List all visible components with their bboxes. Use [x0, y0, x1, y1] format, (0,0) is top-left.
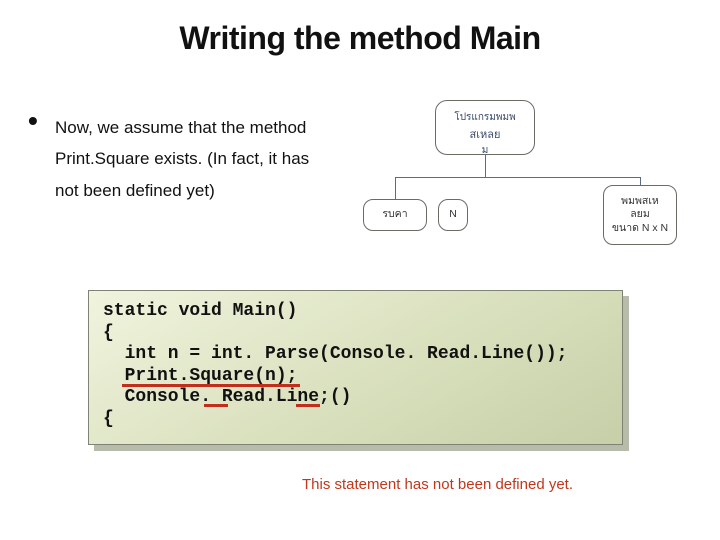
code-content: static void Main() { int n = int. Parse(…: [88, 290, 623, 445]
diagram-top-line1: โปรแกรมพมพ: [454, 110, 515, 125]
error-underline-1: [122, 384, 300, 387]
connector-vert-left: [395, 177, 396, 199]
diagram-mid-box: N: [438, 199, 468, 231]
diagram-top-box: โปรแกรมพมพ สเหลย ม: [435, 100, 535, 155]
code-block: static void Main() { int n = int. Parse(…: [88, 290, 623, 445]
diagram-right-box: พมพสเห ลยม ขนาด N x N: [603, 185, 677, 245]
slide-title: Writing the method Main: [0, 20, 720, 57]
body-text: Now, we assume that the method Print.Squ…: [55, 112, 320, 206]
error-underline-3: [296, 404, 320, 407]
slide: Writing the method Main • Now, we assume…: [0, 0, 720, 540]
connector-vert-top: [485, 155, 486, 177]
diagram-left-box: รบคา: [363, 199, 427, 231]
diagram-top-line3: ม: [482, 143, 489, 155]
bullet-dot: •: [28, 105, 38, 137]
connector-horiz: [395, 177, 640, 178]
diagram-right-text: พมพสเห ลยม ขนาด N x N: [612, 195, 668, 236]
error-underline-2: [204, 404, 228, 407]
error-caption: This statement has not been defined yet.: [292, 470, 688, 498]
diagram-top-line2: สเหลย: [470, 125, 501, 143]
